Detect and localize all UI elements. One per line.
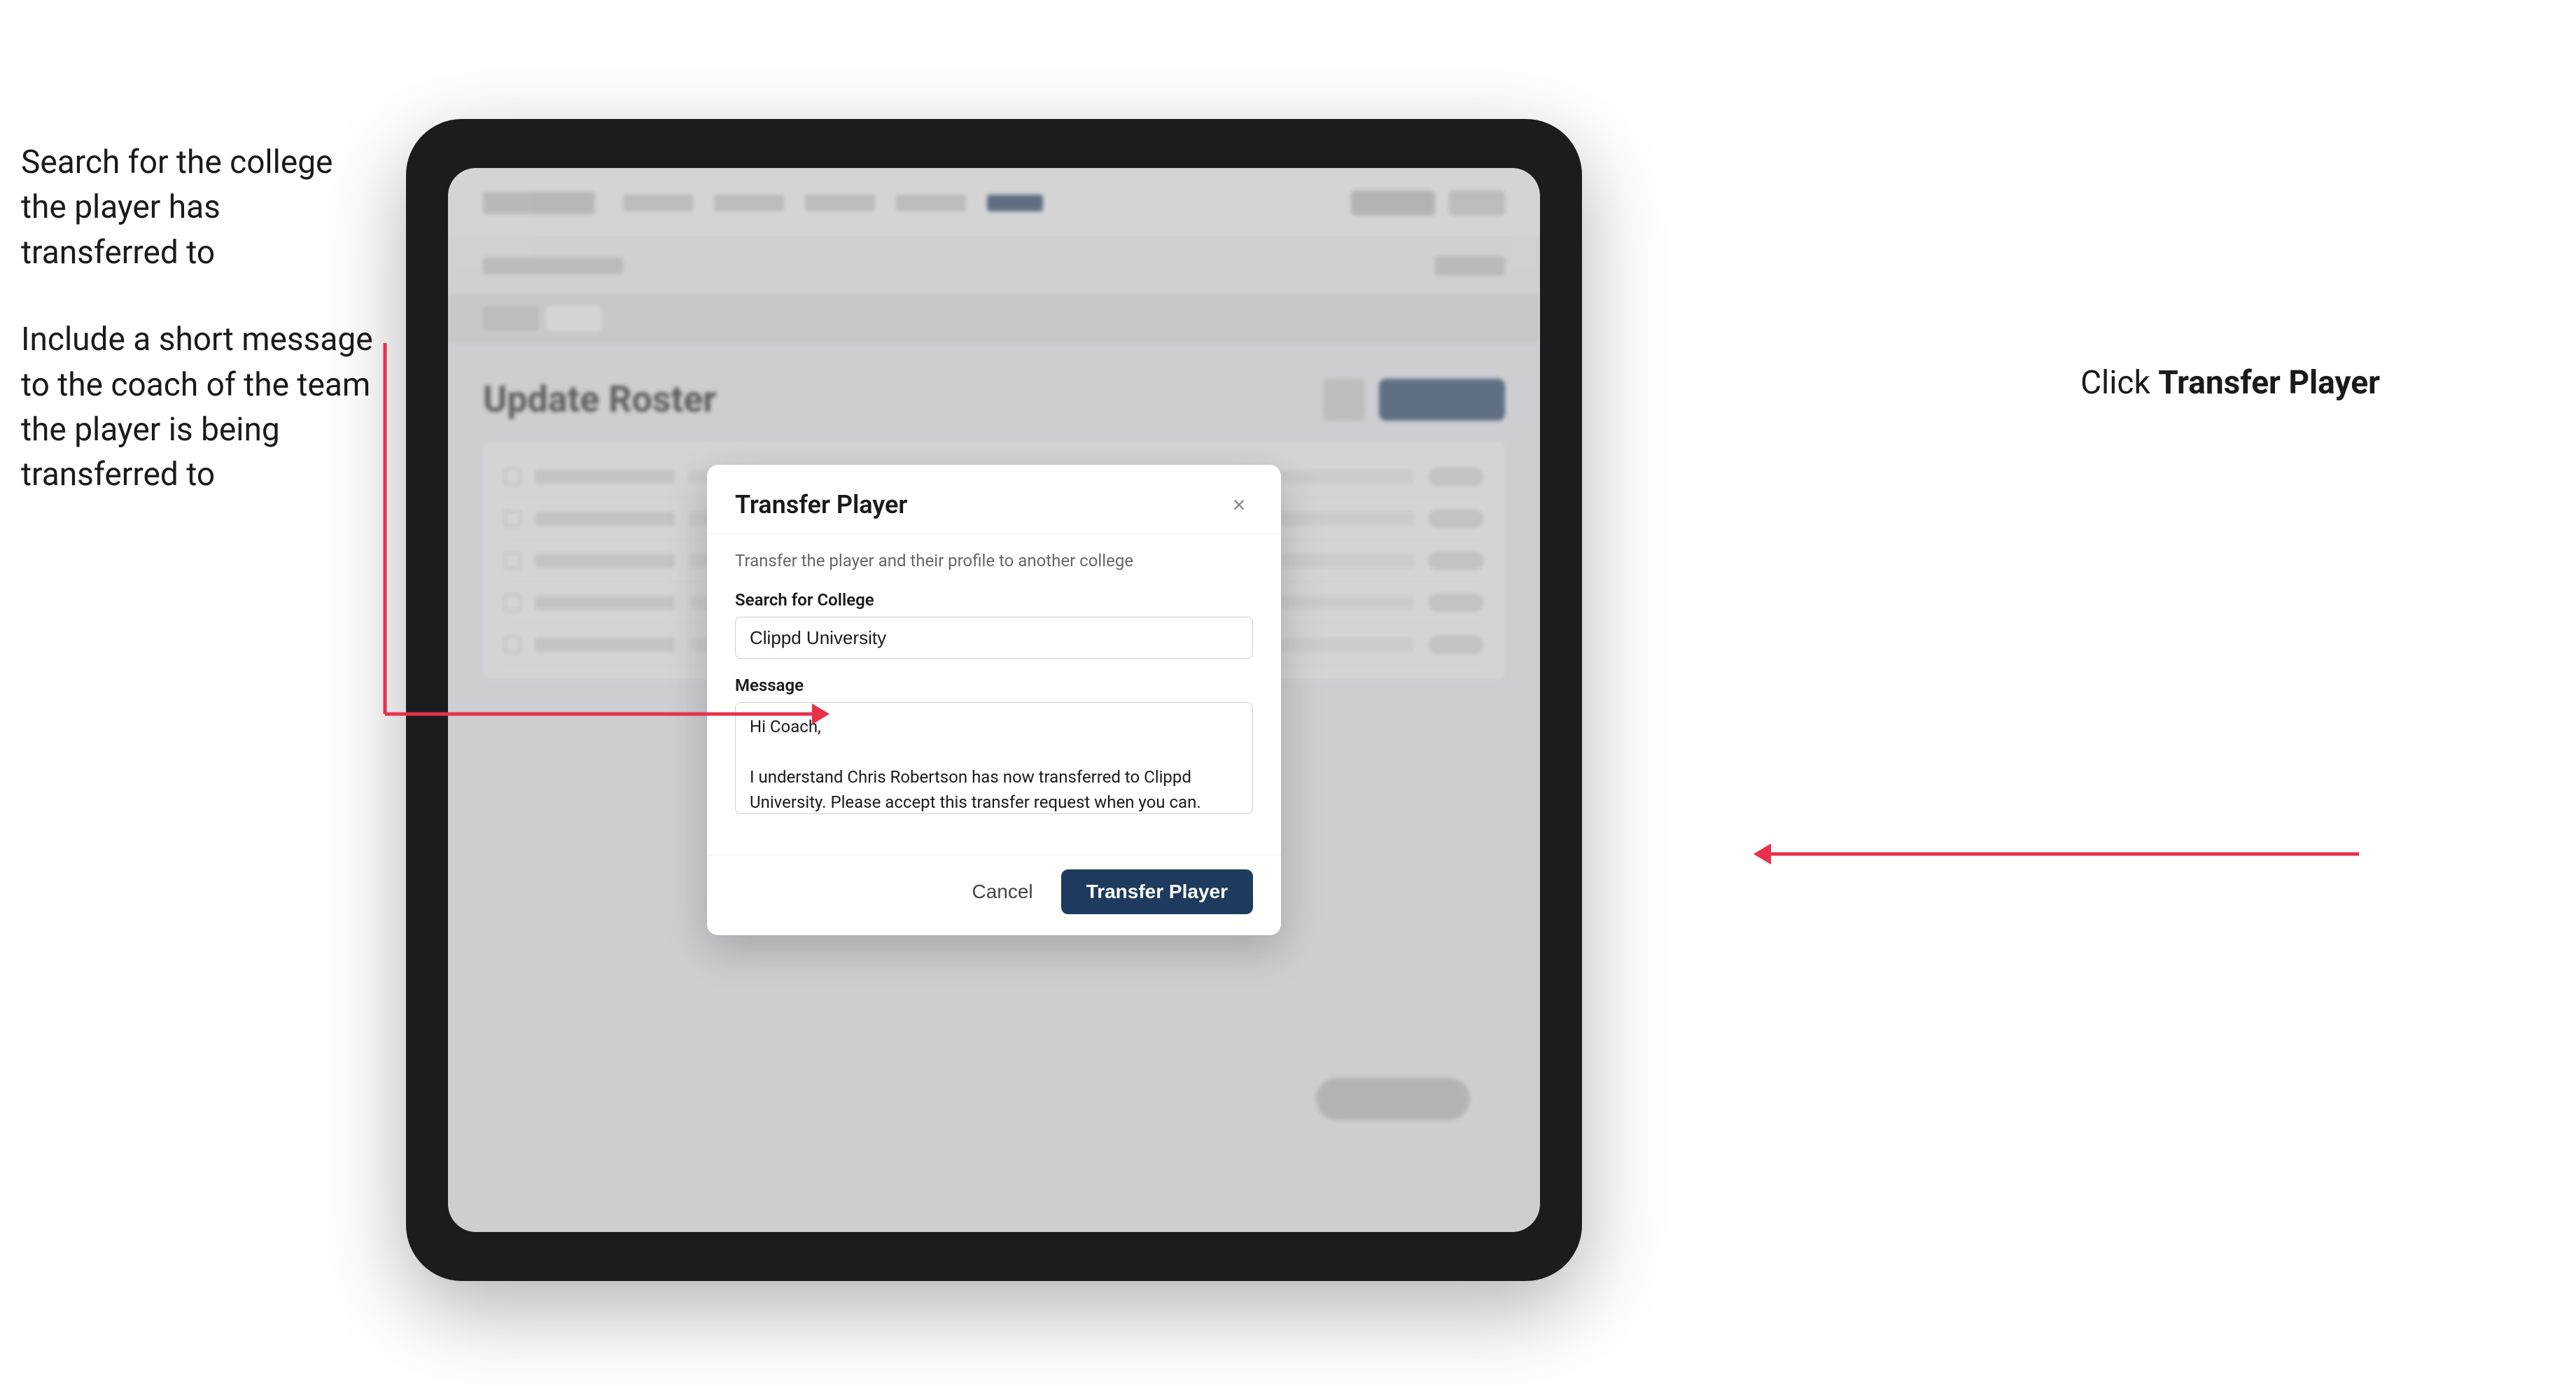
- annotation-click-prefix: Click: [2080, 364, 2158, 402]
- transfer-player-button[interactable]: Transfer Player: [1061, 869, 1253, 914]
- college-label: Search for College: [735, 590, 1253, 610]
- annotation-college-search: Search for the college the player has tr…: [21, 140, 385, 275]
- right-annotation: Click Transfer Player: [2080, 364, 2380, 402]
- modal-title: Transfer Player: [735, 490, 907, 519]
- message-label: Message: [735, 676, 1253, 695]
- modal-header: Transfer Player ×: [707, 465, 1281, 534]
- cancel-button[interactable]: Cancel: [958, 874, 1046, 910]
- modal-subtitle: Transfer the player and their profile to…: [735, 551, 1253, 570]
- tablet-device: Update Roster: [406, 119, 1582, 1281]
- modal-overlay: Transfer Player × Transfer the player an…: [448, 168, 1540, 1232]
- annotation-transfer-player-bold: Transfer Player: [2158, 364, 2380, 402]
- modal-close-button[interactable]: ×: [1225, 491, 1253, 519]
- college-search-input[interactable]: [735, 617, 1253, 659]
- modal-footer: Cancel Transfer Player: [707, 855, 1281, 935]
- tablet-screen: Update Roster: [448, 168, 1540, 1232]
- annotation-message: Include a short message to the coach of …: [21, 317, 385, 498]
- message-textarea[interactable]: [735, 702, 1253, 814]
- transfer-player-modal: Transfer Player × Transfer the player an…: [707, 465, 1281, 935]
- left-annotations: Search for the college the player has tr…: [21, 140, 385, 540]
- modal-body: Transfer the player and their profile to…: [707, 534, 1281, 855]
